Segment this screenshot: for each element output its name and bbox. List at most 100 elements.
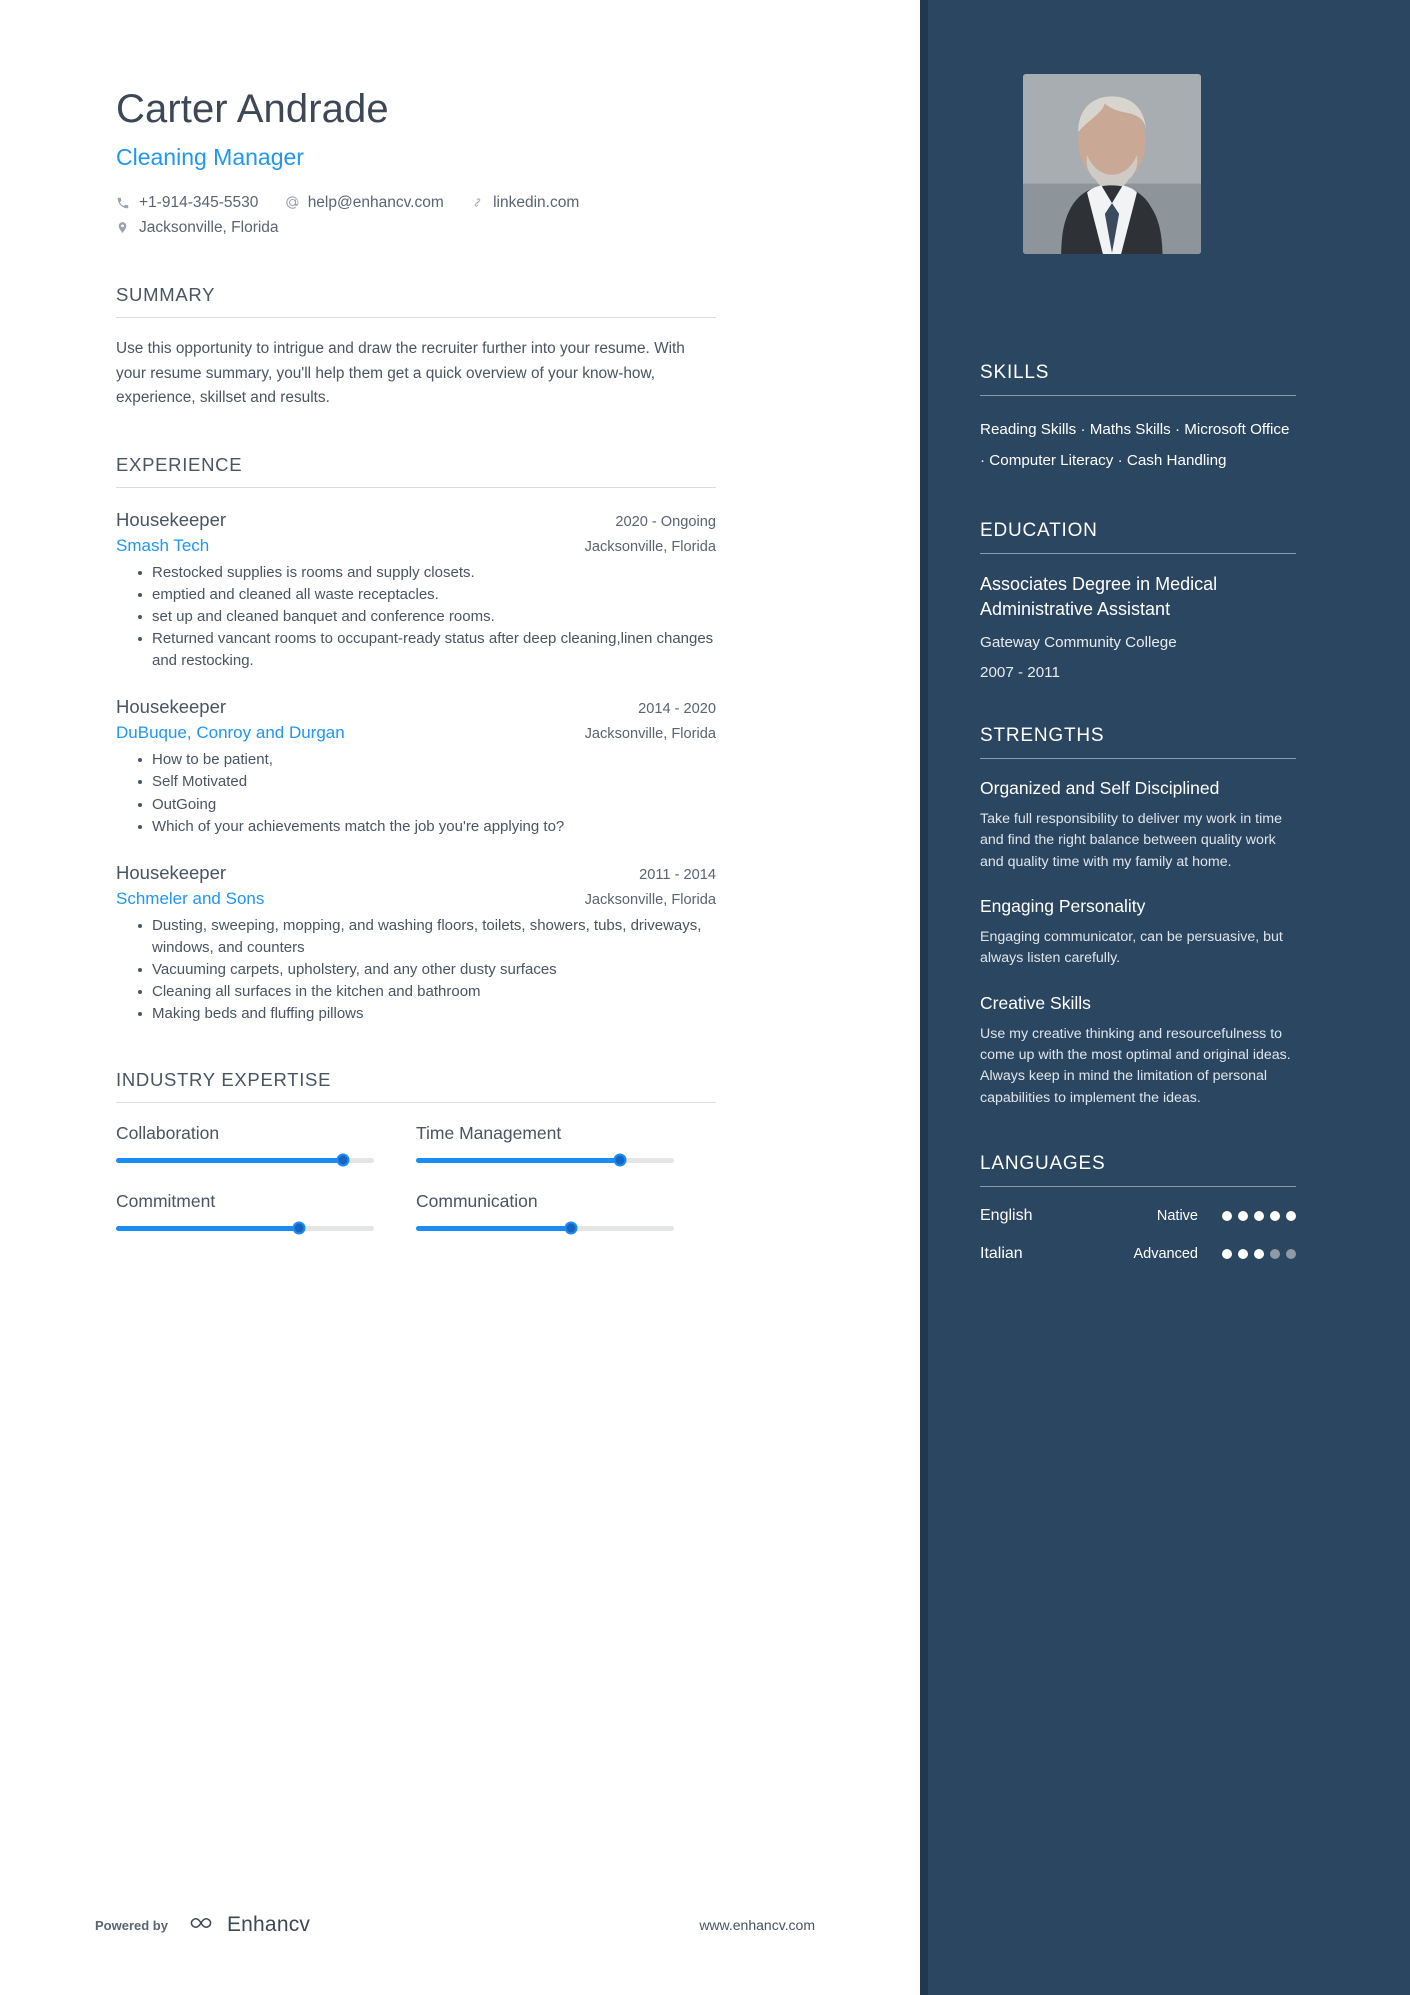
experience-entry-subheader: Smash Tech Jacksonville, Florida [116, 531, 716, 556]
experience-location: Jacksonville, Florida [584, 891, 716, 908]
language-row: English Native [980, 1207, 1296, 1225]
strength-name: Organized and Self Disciplined [980, 777, 1220, 798]
language-row: Italian Advanced [980, 1245, 1296, 1263]
education-section: EDUCATION Associates Degree in Medical A… [980, 520, 1296, 681]
experience-bullet-list: How to be patient, Self Motivated OutGoing… [116, 749, 716, 837]
rating-dot [1238, 1248, 1248, 1259]
expertise-item: Commitment [116, 1190, 416, 1235]
expertise-item: Time Management [416, 1123, 716, 1167]
expertise-slider[interactable] [416, 1221, 674, 1235]
strength-item: Engaging Personality Engaging communicato… [980, 895, 1296, 970]
expertise-slider-fill [116, 1225, 300, 1231]
experience-entry-subheader: DuBuque, Conroy and Durgan Jacksonville, … [116, 718, 716, 743]
experience-role: Housekeeper [116, 696, 227, 718]
summary-section-title: SUMMARY [116, 284, 716, 319]
contact-row-2: Jacksonville, Florida [116, 215, 726, 240]
contact-row-1: +1-914-345-5530 help@enhancv.com linkedi… [116, 190, 726, 215]
experience-date: 2020 - Ongoing [615, 514, 716, 531]
experience-entry-header: Housekeeper 2020 - Ongoing [116, 509, 716, 531]
expertise-slider-fill [116, 1157, 344, 1163]
experience-role: Housekeeper [116, 861, 227, 883]
expertise-slider-knob[interactable] [613, 1153, 627, 1167]
experience-bullet: Dusting, sweeping, mopping, and washing … [138, 915, 716, 959]
contact-phone-text: +1-914-345-5530 [139, 194, 259, 211]
expertise-slider-fill [416, 1225, 571, 1231]
candidate-name: Carter Andrade [116, 87, 389, 131]
powered-by-block: Powered by Enhancv [95, 1913, 310, 1937]
experience-bullet: OutGoing [138, 794, 716, 816]
expertise-item: Communication [416, 1190, 716, 1235]
experience-bullet-list: Restocked supplies is rooms and supply c… [116, 562, 716, 672]
strength-text: Use my creative thinking and resourceful… [980, 1025, 1291, 1106]
powered-by-label: Powered by [95, 1917, 168, 1933]
experience-entry-subheader: Schmeler and Sons Jacksonville, Florida [116, 884, 716, 909]
contact-email-text: help@enhancv.com [307, 194, 444, 211]
strength-item: Creative Skills Use my creative thinking … [980, 992, 1296, 1109]
link-icon [470, 195, 487, 210]
resume-page: Carter Andrade Cleaning Manager +1-914-3… [0, 0, 1410, 1995]
expertise-item: Collaboration [116, 1123, 416, 1167]
industry-expertise-section: INDUSTRY EXPERTISE Collaboration Time Man… [116, 1069, 716, 1259]
experience-entry-header: Housekeeper 2011 - 2014 [116, 862, 716, 884]
contact-info: +1-914-345-5530 help@enhancv.com linkedi… [116, 190, 726, 240]
contact-location-text: Jacksonville, Florida [139, 219, 279, 237]
experience-bullet: emptied and cleaned all waste receptacle… [138, 584, 716, 606]
strength-text: Engaging communicator, can be persuasive… [980, 928, 1283, 967]
experience-company[interactable]: Schmeler and Sons [116, 889, 264, 909]
experience-bullet: Which of your achievements match the job… [138, 816, 716, 838]
contact-phone[interactable]: +1-914-345-5530 [116, 190, 258, 215]
experience-company[interactable]: DuBuque, Conroy and Durgan [116, 723, 345, 743]
rating-dot [1286, 1210, 1296, 1221]
expertise-slider-fill [416, 1157, 620, 1163]
header-block: Carter Andrade Cleaning Manager +1-914-3… [116, 86, 920, 240]
rating-dot [1270, 1248, 1280, 1259]
strength-text: Take full responsibility to deliver my w… [980, 811, 1282, 870]
main-column: Carter Andrade Cleaning Manager +1-914-3… [0, 0, 920, 1995]
experience-location: Jacksonville, Florida [584, 726, 716, 743]
strength-item: Organized and Self Disciplined Take full … [980, 777, 1296, 873]
avatar-photo-icon [1023, 74, 1201, 254]
rating-dot [1286, 1248, 1296, 1259]
strength-name: Creative Skills [980, 992, 1091, 1013]
brand-name: Enhancv [226, 1913, 311, 1936]
languages-list: English Native Italian Advanced [980, 1207, 1296, 1263]
language-rating-dots [1222, 1210, 1296, 1221]
education-section-title: EDUCATION [980, 520, 1296, 555]
experience-bullet: Restocked supplies is rooms and supply c… [138, 562, 716, 584]
skills-list: Reading Skills · Maths Skills · Microsof… [980, 421, 1290, 470]
contact-website[interactable]: linkedin.com [470, 190, 579, 215]
experience-section: EXPERIENCE Housekeeper 2020 - Ongoing Smas… [116, 454, 716, 1025]
candidate-job-title: Cleaning Manager [116, 144, 304, 170]
experience-entry-header: Housekeeper 2014 - 2020 [116, 696, 716, 718]
expertise-slider-knob[interactable] [564, 1221, 578, 1235]
rating-dot [1254, 1248, 1264, 1259]
experience-section-title: EXPERIENCE [116, 454, 716, 489]
experience-date: 2011 - 2014 [639, 866, 716, 883]
rating-dot [1222, 1248, 1232, 1259]
skills-section-title: SKILLS [980, 362, 1296, 396]
expertise-slider-knob[interactable] [292, 1221, 306, 1235]
experience-bullet: Making beds and fluffing pillows [138, 1003, 716, 1025]
contact-email[interactable]: help@enhancv.com [285, 190, 444, 215]
experience-list: Housekeeper 2020 - Ongoing Smash Tech Jacks… [116, 509, 716, 1025]
expertise-label: Commitment [116, 1190, 216, 1211]
expertise-label: Communication [416, 1190, 538, 1211]
expertise-slider-knob[interactable] [336, 1153, 350, 1167]
experience-bullet: Cleaning all surfaces in the kitchen and… [138, 981, 716, 1003]
rating-dot [1222, 1210, 1232, 1221]
strength-name: Engaging Personality [980, 895, 1146, 916]
enhancv-brand: Enhancv [184, 1913, 310, 1937]
education-school: Gateway Community College [980, 633, 1177, 651]
expertise-slider[interactable] [116, 1221, 374, 1235]
expertise-slider[interactable] [416, 1153, 674, 1167]
strengths-section-title: STRENGTHS [980, 725, 1296, 759]
language-rating-dots [1222, 1248, 1296, 1259]
experience-bullet: Returned vancant rooms to occupant-ready… [138, 628, 716, 672]
experience-company[interactable]: Smash Tech [116, 536, 209, 556]
strengths-section: STRENGTHS Organized and Self Disciplined… [980, 725, 1296, 1109]
language-level: Native [1156, 1207, 1198, 1224]
footer-url[interactable]: www.enhancv.com [699, 1917, 815, 1933]
strengths-list: Organized and Self Disciplined Take full … [980, 777, 1296, 1109]
experience-entry: Housekeeper 2014 - 2020 DuBuque, Conroy an… [116, 696, 716, 837]
expertise-slider[interactable] [116, 1153, 374, 1167]
